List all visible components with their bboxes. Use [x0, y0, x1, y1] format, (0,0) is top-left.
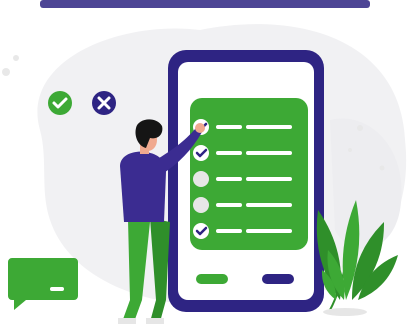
- cropped-title-band: [40, 0, 370, 8]
- checkbox-empty-icon: [193, 171, 209, 187]
- illustration-svg: [2, 0, 407, 324]
- checklist-line-short: [216, 151, 242, 155]
- checklist-line-short: [216, 203, 242, 207]
- phone-button-left: [196, 274, 228, 284]
- checklist-line-short: [216, 125, 242, 129]
- checklist-line-long: [246, 151, 292, 155]
- checkbox-empty-icon: [193, 197, 209, 213]
- checklist-line-long: [246, 125, 292, 129]
- phone-button-right: [262, 274, 294, 284]
- checkbox-checked-icon: [193, 145, 209, 161]
- chat-bubble-icon: [8, 258, 78, 310]
- checklist-line-long: [246, 229, 292, 233]
- checklist-line-long: [246, 203, 292, 207]
- checkbox-checked-icon: [193, 223, 209, 239]
- check-circle-icon: [48, 91, 72, 115]
- checklist-line-short: [216, 177, 242, 181]
- close-circle-icon: [92, 91, 116, 115]
- checklist-line-long: [246, 177, 292, 181]
- ground-shadow: [323, 308, 367, 316]
- phone-device: [168, 50, 324, 312]
- checklist-line-short: [216, 229, 242, 233]
- illustration-scene: [0, 0, 415, 327]
